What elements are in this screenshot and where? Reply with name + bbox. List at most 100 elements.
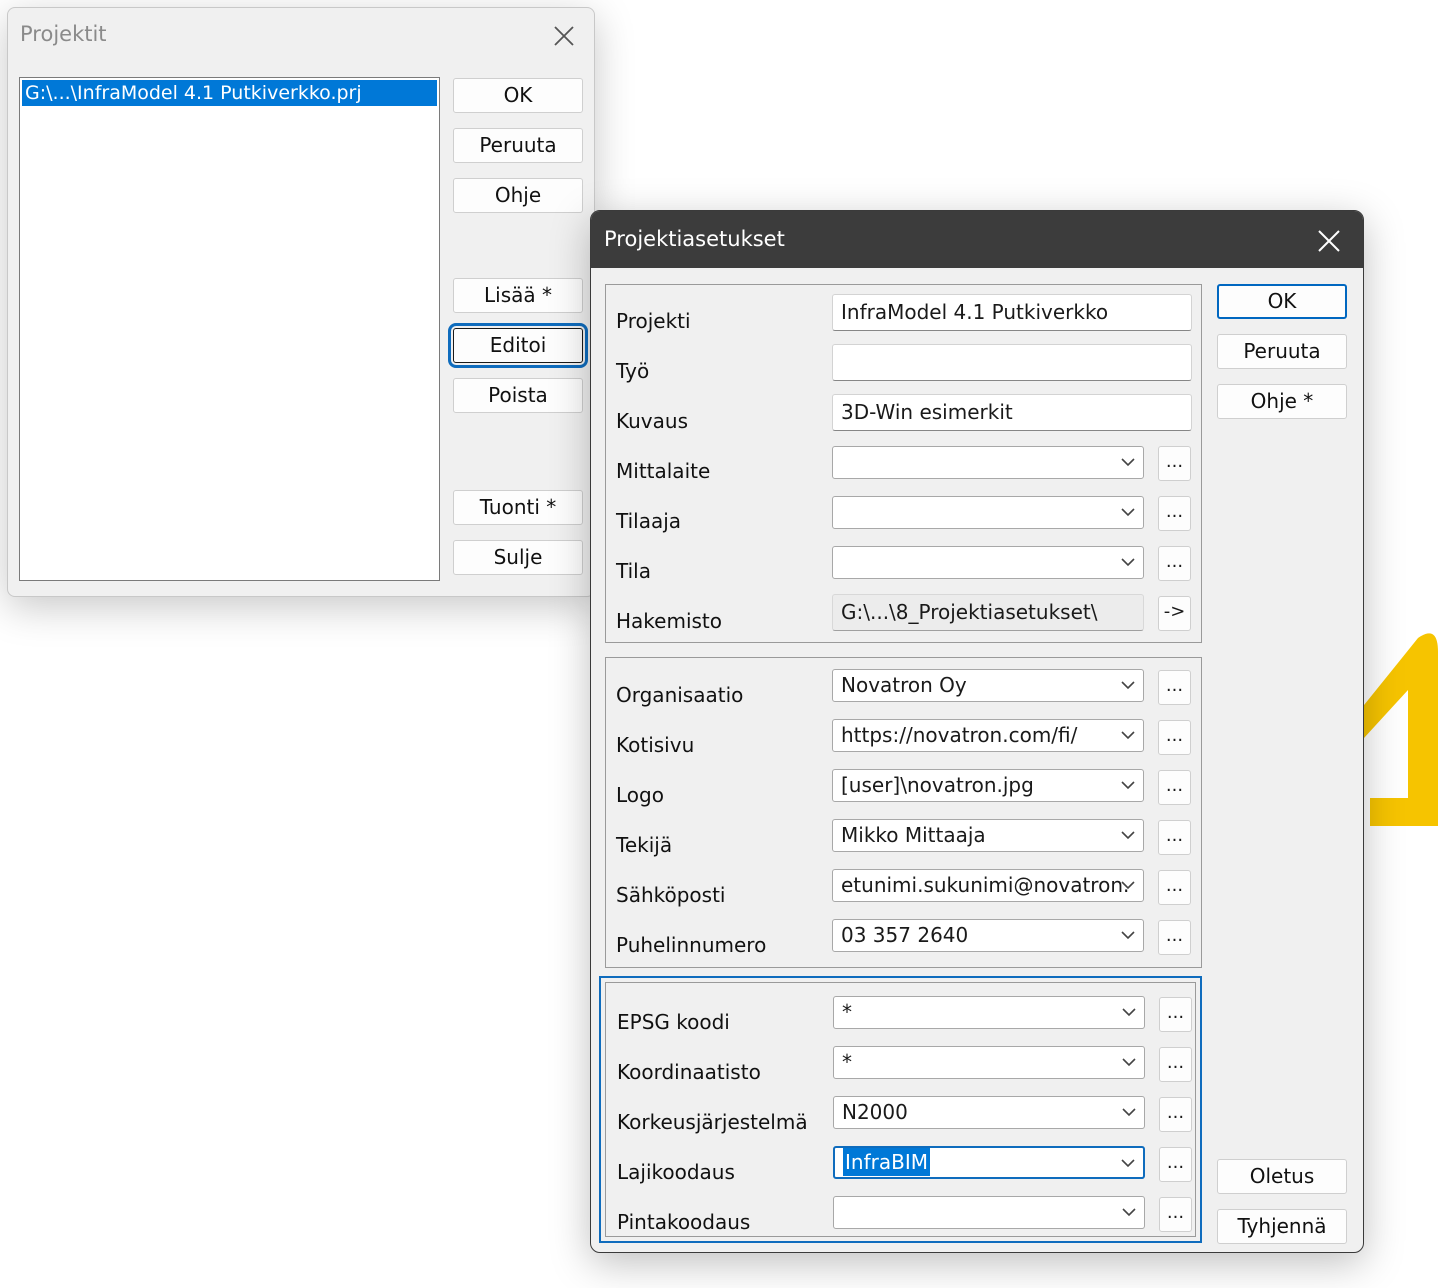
tyo-label: Työ <box>616 359 650 383</box>
korkeusjarjestelma-label: Korkeusjärjestelmä <box>617 1110 808 1134</box>
ok-button[interactable]: OK <box>453 78 583 113</box>
hakemisto-go-button[interactable]: -> <box>1158 596 1191 631</box>
project-settings-dialog: Projektiasetukset Projekti InfraModel 4.… <box>590 210 1364 1253</box>
chevron-down-icon <box>1122 1208 1136 1217</box>
chevron-down-icon <box>1121 931 1135 940</box>
tilaaja-label: Tilaaja <box>616 509 682 533</box>
settings-cancel-button[interactable]: Peruuta <box>1217 334 1347 369</box>
mittalaite-combo[interactable] <box>832 446 1144 479</box>
projects-titlebar: Projektit <box>8 8 594 64</box>
tila-combo[interactable] <box>832 546 1144 579</box>
clear-button[interactable]: Tyhjennä <box>1217 1209 1347 1244</box>
puhelinnumero-combo[interactable]: 03 357 2640 <box>832 919 1144 952</box>
lajikoodaus-value: InfraBIM <box>843 1148 930 1176</box>
korkeusjarjestelma-value: N2000 <box>842 1100 908 1124</box>
lajikoodaus-browse-button[interactable]: ... <box>1159 1147 1192 1182</box>
koordinaatisto-combo[interactable]: * <box>833 1046 1145 1079</box>
help-button[interactable]: Ohje <box>453 178 583 213</box>
pintakoodaus-label: Pintakoodaus <box>617 1210 751 1234</box>
settings-dialog-title: Projektiasetukset <box>604 227 785 251</box>
projekti-field[interactable]: InfraModel 4.1 Putkiverkko <box>832 294 1192 331</box>
koordinaatisto-browse-button[interactable]: ... <box>1159 1047 1192 1082</box>
logo-combo[interactable]: [user]\novatron.jpg <box>832 769 1144 802</box>
default-button[interactable]: Oletus <box>1217 1159 1347 1194</box>
puhelinnumero-label: Puhelinnumero <box>616 933 767 957</box>
korkeusjarjestelma-combo[interactable]: N2000 <box>833 1096 1145 1129</box>
organisaatio-label: Organisaatio <box>616 683 744 707</box>
delete-button[interactable]: Poista <box>453 378 583 413</box>
epsg-value: * <box>842 1000 852 1024</box>
settings-titlebar: Projektiasetukset <box>591 211 1363 268</box>
close-button[interactable]: Sulje <box>453 540 583 575</box>
epsg-browse-button[interactable]: ... <box>1159 997 1192 1032</box>
kotisivu-combo[interactable]: https://novatron.com/fi/ <box>832 719 1144 752</box>
koordinaatisto-label: Koordinaatisto <box>617 1060 761 1084</box>
tekija-label: Tekijä <box>616 833 673 857</box>
tekija-combo[interactable]: Mikko Mittaaja <box>832 819 1144 852</box>
chevron-down-icon <box>1121 458 1135 467</box>
tilaaja-combo[interactable] <box>832 496 1144 529</box>
tyo-field[interactable] <box>832 344 1192 381</box>
chevron-down-icon <box>1121 558 1135 567</box>
logo-browse-button[interactable]: ... <box>1158 770 1191 805</box>
epsg-label: EPSG koodi <box>617 1010 730 1034</box>
projekti-label: Projekti <box>616 309 691 333</box>
epsg-combo[interactable]: * <box>833 996 1145 1029</box>
koordinaatisto-value: * <box>842 1050 852 1074</box>
chevron-down-icon <box>1121 681 1135 690</box>
cancel-button[interactable]: Peruuta <box>453 128 583 163</box>
organisaatio-browse-button[interactable]: ... <box>1158 670 1191 705</box>
tekija-browse-button[interactable]: ... <box>1158 820 1191 855</box>
lajikoodaus-label: Lajikoodaus <box>617 1160 735 1184</box>
tila-browse-button[interactable]: ... <box>1158 546 1191 581</box>
pintakoodaus-browse-button[interactable]: ... <box>1159 1197 1192 1232</box>
edit-button[interactable]: Editoi <box>448 323 588 368</box>
projects-dialog-title: Projektit <box>20 22 107 46</box>
hakemisto-label: Hakemisto <box>616 609 723 633</box>
korkeusjarjestelma-browse-button[interactable]: ... <box>1159 1097 1192 1132</box>
projects-listbox[interactable]: G:\...\InfraModel 4.1 Putkiverkko.prj <box>19 77 440 581</box>
kotisivu-browse-button[interactable]: ... <box>1158 720 1191 755</box>
hakemisto-field: G:\...\8_Projektiasetukset\ <box>832 594 1144 631</box>
pintakoodaus-combo[interactable] <box>833 1196 1145 1229</box>
organisaatio-combo[interactable]: Novatron Oy <box>832 669 1144 702</box>
logo-label: Logo <box>616 783 664 807</box>
chevron-down-icon <box>1122 1108 1136 1117</box>
organisation-group: Organisaatio Novatron Oy ... Kotisivu ht… <box>605 657 1202 968</box>
coordinate-group: EPSG koodi * ... Koordinaatisto * ... Ko… <box>599 976 1202 1243</box>
sahkoposti-label: Sähköposti <box>616 883 726 907</box>
sahkoposti-value: etunimi.sukunimi@novatron. <box>841 873 1130 897</box>
puhelinnumero-value: 03 357 2640 <box>841 923 969 947</box>
projects-dialog: Projektit G:\...\InfraModel 4.1 Putkiver… <box>7 7 595 597</box>
close-icon[interactable] <box>544 16 584 56</box>
chevron-down-icon <box>1121 1159 1135 1168</box>
list-item[interactable]: G:\...\InfraModel 4.1 Putkiverkko.prj <box>22 80 437 106</box>
project-info-group: Projekti InfraModel 4.1 Putkiverkko Työ … <box>605 284 1202 643</box>
tekija-value: Mikko Mittaaja <box>841 823 986 847</box>
add-button[interactable]: Lisää * <box>453 278 583 313</box>
chevron-down-icon <box>1121 781 1135 790</box>
sahkoposti-browse-button[interactable]: ... <box>1158 870 1191 905</box>
chevron-down-icon <box>1121 881 1135 890</box>
chevron-down-icon <box>1121 831 1135 840</box>
kotisivu-value: https://novatron.com/fi/ <box>841 723 1078 747</box>
settings-help-button[interactable]: Ohje * <box>1217 384 1347 419</box>
tila-label: Tila <box>616 559 651 583</box>
mittalaite-label: Mittalaite <box>616 459 711 483</box>
close-icon[interactable] <box>1309 221 1349 261</box>
lajikoodaus-combo[interactable]: InfraBIM <box>833 1146 1145 1179</box>
puhelinnumero-browse-button[interactable]: ... <box>1158 920 1191 955</box>
sahkoposti-combo[interactable]: etunimi.sukunimi@novatron. <box>832 869 1144 902</box>
logo-value: [user]\novatron.jpg <box>841 773 1034 797</box>
chevron-down-icon <box>1121 731 1135 740</box>
kotisivu-label: Kotisivu <box>616 733 695 757</box>
tilaaja-browse-button[interactable]: ... <box>1158 496 1191 531</box>
chevron-down-icon <box>1121 508 1135 517</box>
chevron-down-icon <box>1122 1058 1136 1067</box>
kuvaus-field[interactable]: 3D-Win esimerkit <box>832 394 1192 431</box>
chevron-down-icon <box>1122 1008 1136 1017</box>
settings-ok-button[interactable]: OK <box>1217 284 1347 319</box>
import-button[interactable]: Tuonti * <box>453 490 583 525</box>
kuvaus-label: Kuvaus <box>616 409 688 433</box>
mittalaite-browse-button[interactable]: ... <box>1158 446 1191 481</box>
